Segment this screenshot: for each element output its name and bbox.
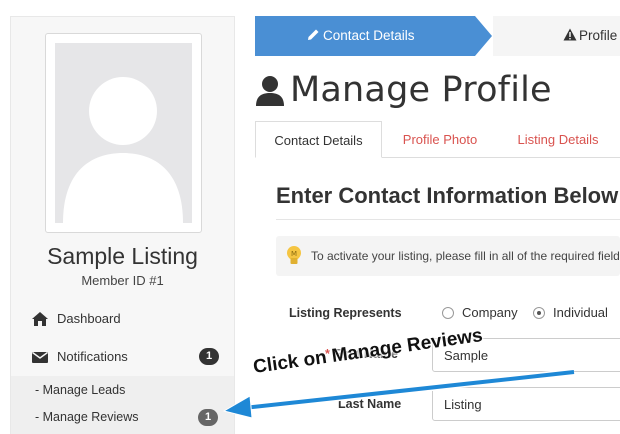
wizard-step-contact-details[interactable]: Contact Details <box>255 16 475 56</box>
tab-profile-photo[interactable]: Profile Photo <box>384 121 496 158</box>
sidebar: Sample Listing Member ID #1 Dashboard No… <box>10 16 235 434</box>
wizard-step-arrow <box>475 16 492 56</box>
last-name-label: Last Name <box>338 397 402 411</box>
tab-contact-details[interactable]: Contact Details <box>255 121 382 158</box>
lightbulb-icon: M <box>286 245 302 272</box>
listing-represents-label: Listing Represents <box>289 306 402 320</box>
wizard-step-label: Contact Details <box>323 28 415 43</box>
section-heading: Enter Contact Information Below <box>276 183 619 208</box>
radio-individual[interactable] <box>533 307 545 319</box>
submenu-item-manage-reviews[interactable]: - Manage Reviews <box>35 410 139 424</box>
sidebar-item-notifications[interactable]: Notifications 1 <box>11 344 234 370</box>
divider <box>276 219 620 220</box>
profile-avatar-frame <box>45 33 202 233</box>
reviews-count-badge: 1 <box>198 409 218 426</box>
info-text: To activate your listing, please fill in… <box>311 249 620 263</box>
listing-name: Sample Listing <box>47 243 198 269</box>
wizard-step-label: Profile <box>579 28 618 43</box>
wizard-step-profile[interactable]: Profile <box>493 16 620 56</box>
svg-text:M: M <box>291 250 297 258</box>
page-title: Manage Profile <box>290 70 552 110</box>
pencil-icon <box>307 28 320 44</box>
warning-icon <box>563 28 577 46</box>
avatar-placeholder-icon <box>63 77 183 223</box>
info-alert: M To activate your listing, please fill … <box>276 236 620 276</box>
user-icon <box>255 75 285 112</box>
notification-badge: 1 <box>199 348 219 365</box>
submenu-item-manage-leads[interactable]: - Manage Leads <box>35 383 125 397</box>
last-name-input[interactable] <box>432 387 620 421</box>
notifications-submenu: - Manage Leads - Manage Reviews 1 <box>11 376 234 434</box>
radio-company-label: Company <box>462 305 518 320</box>
sidebar-item-label: Notifications <box>57 349 128 364</box>
radio-individual-label: Individual <box>553 305 608 320</box>
sidebar-item-dashboard[interactable]: Dashboard <box>11 306 234 332</box>
home-icon <box>31 310 49 328</box>
sidebar-item-label: Dashboard <box>57 311 121 326</box>
radio-company[interactable] <box>442 307 454 319</box>
member-id: Member ID #1 <box>81 273 164 288</box>
tab-listing-details[interactable]: Listing Details <box>502 121 614 158</box>
envelope-icon <box>31 348 49 366</box>
avatar <box>55 43 192 223</box>
